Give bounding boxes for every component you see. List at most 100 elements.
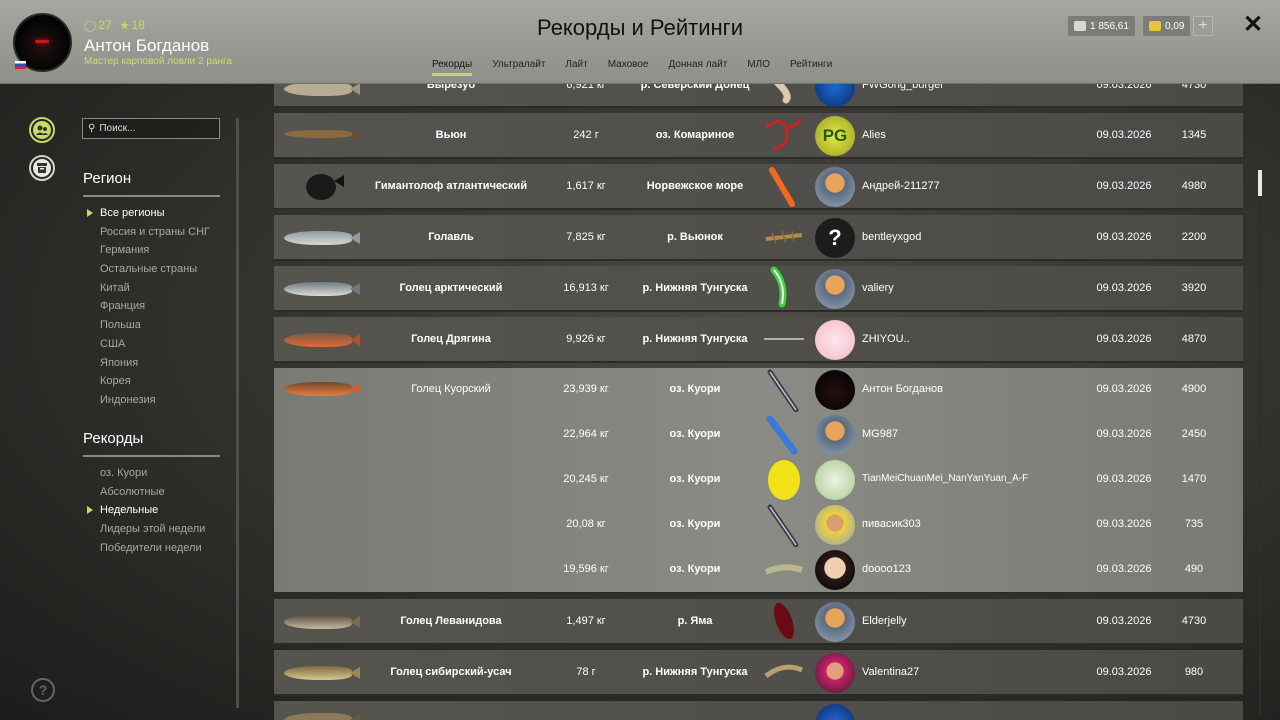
player-name[interactable]: Valentina27 (862, 666, 1042, 678)
record-weight: 1,497 кг (566, 615, 606, 627)
records-filter-item[interactable]: Недельные (86, 502, 205, 521)
region-item[interactable]: Германия (100, 242, 210, 261)
fish-name: Голец Леванидова (400, 615, 502, 627)
lure-icon (774, 602, 794, 640)
help-icon[interactable]: ? (31, 678, 55, 702)
player-name[interactable]: valiery (862, 282, 1042, 294)
table-row[interactable]: Голец арктический 16,913 кг р. Нижняя Ту… (274, 266, 1243, 312)
record-score: 4730 (1181, 615, 1207, 627)
player-name[interactable]: Антон Богданов (862, 383, 1042, 395)
record-weight: 20,245 кг (563, 473, 609, 485)
tab-mlo[interactable]: МЛО (737, 59, 780, 76)
player-avatar (815, 505, 855, 545)
record-location: оз. Комариное (655, 129, 735, 141)
records-filter-item[interactable]: Лидеры этой недели (100, 521, 205, 540)
russia-flag-icon (15, 61, 26, 69)
player-avatar: PG (815, 116, 855, 156)
table-row[interactable]: Голец Дрягина 9,926 кг р. Нижняя Тунгуск… (274, 317, 1243, 363)
fish-thumbnail (284, 382, 360, 396)
region-item[interactable]: Польша (100, 317, 210, 336)
tab-records[interactable]: Рекорды (422, 59, 482, 76)
player-name[interactable]: ZHIYOU.. (862, 333, 1042, 345)
player-avatar (815, 269, 855, 309)
record-weight: 19,596 кг (563, 563, 609, 575)
player-name[interactable]: TianMeiChuanMei_NanYanYuan_A-F (862, 473, 1042, 484)
silver-amount: 1 856,61 (1090, 20, 1129, 32)
player-rank: Мастер карповой ловли 2 ранга (84, 56, 232, 67)
record-score: 1470 (1181, 473, 1207, 485)
fish-thumbnail (306, 174, 344, 200)
gold-coin-icon (1149, 21, 1161, 31)
record-location: Норвежское море (646, 180, 744, 192)
fish-thumbnail (284, 713, 360, 720)
tab-bottom-light[interactable]: Донная лайт (659, 59, 738, 76)
records-filter-item[interactable]: оз. Куори (100, 465, 205, 484)
player-name[interactable]: MG987 (862, 428, 1042, 440)
record-weight: 9,926 кг (566, 333, 606, 345)
player-name[interactable]: doooo123 (862, 563, 1042, 575)
record-score: 2200 (1181, 231, 1207, 243)
lure-icon (767, 504, 799, 547)
panel-separator (236, 118, 239, 708)
scrollbar-thumb[interactable] (1258, 170, 1262, 196)
close-button[interactable]: ✕ (1242, 13, 1264, 37)
region-item[interactable]: Индонезия (100, 392, 210, 411)
tab-float[interactable]: Маховое (598, 59, 659, 76)
table-row-expanded[interactable]: Голец Куорский 23,939 кг оз. Куори Антон… (274, 368, 1243, 594)
search-placeholder: Поиск... (99, 123, 136, 134)
player-name[interactable]: Андрей-211277 (862, 180, 1042, 192)
top-bar: ◯ 27 ★ 18 Антон Богданов Мастер карповой… (0, 0, 1280, 84)
player-name[interactable]: bentleyxgod (862, 231, 1042, 243)
fish-name: Голавль (428, 231, 474, 243)
lure-icon (764, 338, 804, 340)
table-row[interactable]: Голец сибирский-усач 78 г р. Нижняя Тунг… (274, 650, 1243, 696)
lure-icon (764, 664, 804, 679)
records-filter-list: оз. Куори Абсолютные Недельные Лидеры эт… (86, 465, 205, 559)
record-score: 4870 (1181, 333, 1207, 345)
region-item[interactable]: Япония (100, 355, 210, 374)
table-row[interactable]: Гимантолоф атлантический 1,617 кг Норвеж… (274, 164, 1243, 210)
lure-icon (767, 369, 799, 412)
record-score: 2450 (1181, 428, 1207, 440)
player-name[interactable]: Alies (862, 129, 1042, 141)
archive-icon[interactable] (29, 155, 55, 181)
region-item[interactable]: Россия и страны СНГ (100, 224, 210, 243)
player-avatar (815, 602, 855, 642)
fish-name: Голец сибирский-усач (390, 666, 512, 678)
fish-thumbnail (284, 666, 360, 680)
record-weight: 7,825 кг (566, 231, 606, 243)
record-location: р. Нижняя Тунгуска (642, 666, 748, 678)
record-location: оз. Куори (669, 473, 721, 485)
table-row[interactable]: Голец Леванидова 1,497 кг р. Яма Elderje… (274, 599, 1243, 645)
lure-icon (765, 118, 802, 151)
region-item[interactable]: Франция (100, 298, 210, 317)
record-score: 3920 (1181, 282, 1207, 294)
add-currency-button[interactable]: + (1193, 16, 1213, 36)
friends-icon[interactable] (29, 117, 55, 143)
player-name[interactable]: пивасик303 (862, 518, 1042, 530)
table-row[interactable] (274, 701, 1243, 720)
player-avatar (815, 704, 855, 720)
table-row[interactable]: Голавль 7,825 кг р. Вьюнок ? bentleyxgod… (274, 215, 1243, 261)
record-weight: 20,08 кг (566, 518, 606, 530)
region-item[interactable]: Корея (100, 373, 210, 392)
player-avatar (815, 460, 855, 500)
region-item[interactable]: Остальные страны (100, 261, 210, 280)
region-item[interactable]: Китай (100, 280, 210, 299)
player-name[interactable]: Elderjelly (862, 615, 1042, 627)
tab-light[interactable]: Лайт (555, 59, 597, 76)
record-score: 4980 (1181, 180, 1207, 192)
records-filter-item[interactable]: Победители недели (100, 540, 205, 559)
records-filter-item[interactable]: Абсолютные (100, 484, 205, 503)
tab-ratings[interactable]: Рейтинги (780, 59, 842, 76)
search-input[interactable]: ⚲ Поиск... (82, 118, 220, 139)
fish-thumbnail (284, 615, 360, 629)
region-item[interactable]: США (100, 336, 210, 355)
region-item[interactable]: Все регионы (87, 205, 210, 224)
record-weight: 78 г (576, 666, 596, 678)
tab-ultralight[interactable]: Ультралайт (482, 59, 555, 76)
table-row[interactable]: Вьюн 242 г оз. Комариное PG Alies 09.03.… (274, 113, 1243, 159)
region-title: Регион (83, 170, 132, 187)
player-avatar (815, 550, 855, 590)
record-location: оз. Куори (669, 563, 721, 575)
